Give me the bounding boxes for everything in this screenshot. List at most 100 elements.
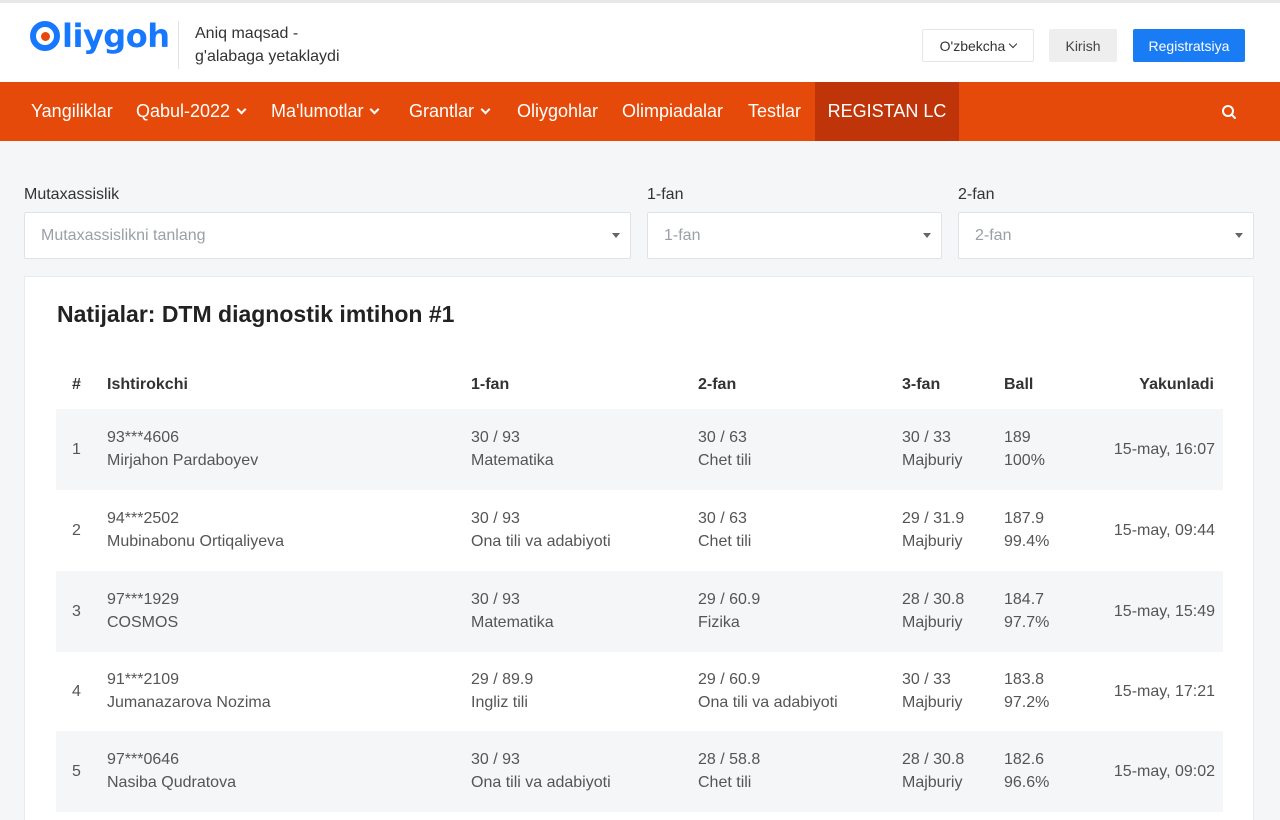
subject3-name: Majburiy	[902, 452, 963, 469]
specialty-label: Mutaxassislik	[24, 186, 120, 203]
subject3-cell: 28 / 30.8 Majburiy	[902, 588, 964, 634]
subject2-select[interactable]: 2-fan	[958, 212, 1254, 259]
row-number: 5	[72, 763, 81, 780]
table-row[interactable]: 3 97***1929 COSMOS 30 / 93 Matematika 29…	[56, 571, 1223, 652]
subject2-cell: 28 / 58.8 Chet tili	[698, 748, 760, 794]
participant-cell: 97***1929 COSMOS	[107, 588, 179, 634]
nav-item-malumotlar[interactable]: Ma'lumotlar	[271, 82, 380, 141]
nav-item-olimpiadalar[interactable]: Olimpiadalar	[622, 82, 723, 141]
column-header-ball: Ball	[1004, 376, 1034, 393]
ball-cell: 184.7 97.7%	[1004, 588, 1049, 634]
table-row[interactable]: 1 93***4606 Mirjahon Pardaboyev 30 / 93 …	[56, 409, 1223, 490]
chevron-down-icon	[480, 104, 491, 114]
subject3-score: 30 / 33	[902, 671, 951, 688]
results-title: Natijalar: DTM diagnostik imtihon #1	[57, 301, 455, 327]
chevron-down-icon	[370, 104, 380, 114]
subject2-cell: 29 / 60.9 Fizika	[698, 588, 760, 634]
column-header-subject2: 2-fan	[698, 376, 737, 393]
participant-phone: 97***0646	[107, 751, 180, 768]
subject2-score: 29 / 60.9	[698, 591, 761, 608]
subject2-name: Chet tili	[698, 774, 752, 791]
specialty-select[interactable]: Mutaxassislikni tanlang	[24, 212, 631, 259]
caret-down-icon	[1235, 233, 1243, 238]
login-button[interactable]: Kirish	[1049, 29, 1117, 62]
subject1-score: 30 / 93	[471, 751, 520, 768]
subject1-score: 30 / 93	[471, 429, 520, 446]
finished-time: 15-may, 15:49	[1113, 603, 1215, 620]
search-icon	[1222, 105, 1236, 119]
caret-down-icon	[612, 233, 620, 238]
subject1-cell: 30 / 93 Matematika	[471, 426, 554, 472]
participant-phone: 94***2502	[107, 510, 180, 527]
participant-phone: 93***4606	[107, 429, 180, 446]
nav-label: Testlar	[748, 101, 802, 121]
results-card: Natijalar: DTM diagnostik imtihon #1 # I…	[24, 276, 1254, 820]
participant-phone: 91***2109	[107, 671, 180, 688]
table-row[interactable]: 5 97***0646 Nasiba Qudratova 30 / 93 Ona…	[56, 731, 1223, 812]
chevron-down-icon	[236, 104, 247, 114]
subject3-cell: 30 / 33 Majburiy	[902, 668, 962, 714]
row-number: 2	[72, 522, 81, 539]
table-row[interactable]: 4 91***2109 Jumanazarova Nozima 29 / 89.…	[56, 651, 1223, 732]
participant-cell: 97***0646 Nasiba Qudratova	[107, 748, 236, 794]
subject2-placeholder: 2-fan	[975, 226, 1012, 244]
subject2-name: Fizika	[698, 614, 740, 631]
nav-item-qabul[interactable]: Qabul-2022	[136, 82, 247, 141]
participant-cell: 91***2109 Jumanazarova Nozima	[107, 668, 271, 714]
table-row[interactable]: 2 94***2502 Mubinabonu Ortiqaliyeva 30 /…	[56, 490, 1223, 571]
column-header-num: #	[72, 376, 81, 393]
participant-cell: 93***4606 Mirjahon Pardaboyev	[107, 426, 258, 472]
ball-cell: 187.9 99.4%	[1004, 507, 1049, 553]
subject2-score: 30 / 63	[698, 429, 747, 446]
subject3-score: 28 / 30.8	[902, 751, 965, 768]
language-select[interactable]: O'zbekcha	[922, 29, 1034, 62]
subject2-score: 30 / 63	[698, 510, 747, 527]
subject1-name: Ona tili va adabiyoti	[471, 533, 611, 550]
subject2-name: Chet tili	[698, 452, 752, 469]
chevron-down-icon	[1009, 39, 1018, 48]
row-number: 4	[72, 683, 81, 700]
ball-value: 182.6	[1004, 751, 1045, 768]
nav-item-registan-lc[interactable]: REGISTAN LC	[815, 82, 959, 141]
logo-mark-icon	[30, 21, 60, 51]
main-nav: Yangiliklar Qabul-2022 Ma'lumotlar Grant…	[0, 82, 1280, 141]
nav-label: Oliygohlar	[517, 101, 599, 121]
ball-percent: 96.6%	[1004, 774, 1050, 791]
subject3-name: Majburiy	[902, 533, 963, 550]
participant-name: COSMOS	[107, 614, 179, 631]
register-button[interactable]: Registratsiya	[1133, 29, 1245, 62]
nav-label: Olimpiadalar	[622, 101, 724, 121]
search-button[interactable]	[1218, 101, 1240, 123]
nav-item-oliygohlar[interactable]: Oliygohlar	[517, 82, 598, 141]
column-header-subject1: 1-fan	[471, 376, 510, 393]
nav-label: Ma'lumotlar	[271, 101, 364, 121]
subject1-score: 29 / 89.9	[471, 671, 534, 688]
language-label: O'zbekcha	[939, 37, 1006, 54]
nav-label: Qabul-2022	[136, 101, 231, 121]
ball-value: 187.9	[1004, 510, 1045, 527]
subject3-score: 29 / 31.9	[902, 510, 965, 527]
ball-percent: 97.2%	[1004, 694, 1050, 711]
specialty-placeholder: Mutaxassislikni tanlang	[41, 226, 206, 244]
participant-cell: 94***2502 Mubinabonu Ortiqaliyeva	[107, 507, 284, 553]
ball-percent: 97.7%	[1004, 614, 1050, 631]
subject1-cell: 30 / 93 Matematika	[471, 588, 554, 634]
nav-item-testlar[interactable]: Testlar	[748, 82, 801, 141]
oliygoh-logo[interactable]: liygoh	[30, 17, 170, 55]
ball-value: 184.7	[1004, 591, 1045, 608]
row-number: 3	[72, 603, 81, 620]
subject1-cell: 30 / 93 Ona tili va adabiyoti	[471, 507, 611, 553]
subject1-cell: 29 / 89.9 Ingliz tili	[471, 668, 533, 714]
subject3-name: Majburiy	[902, 614, 963, 631]
subject2-name: Ona tili va adabiyoti	[698, 694, 838, 711]
participant-name: Mirjahon Pardaboyev	[107, 452, 259, 469]
nav-item-yangiliklar[interactable]: Yangiliklar	[31, 82, 113, 141]
tagline-line1: Aniq maqsad -	[195, 25, 299, 42]
subject2-label: 2-fan	[958, 186, 995, 203]
top-header: liygoh Aniq maqsad - g'alabaga yetaklayd…	[0, 0, 1280, 82]
participant-phone: 97***1929	[107, 591, 180, 608]
nav-item-grantlar[interactable]: Grantlar	[409, 82, 491, 141]
logo-text: liygoh	[62, 17, 170, 55]
subject1-select[interactable]: 1-fan	[647, 212, 942, 259]
subject3-score: 30 / 33	[902, 429, 951, 446]
